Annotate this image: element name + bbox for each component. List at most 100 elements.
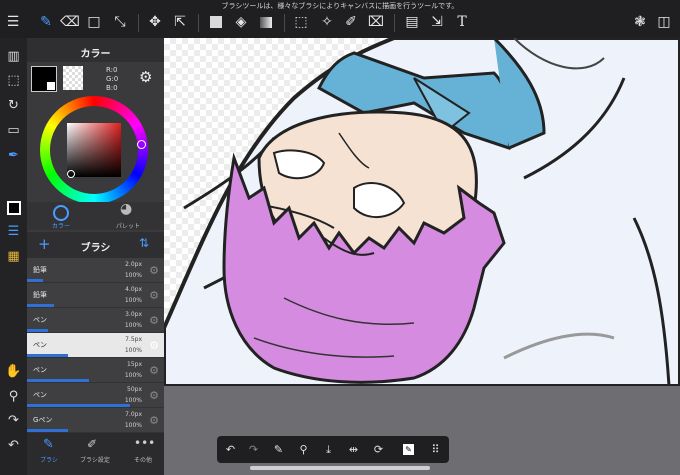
brush-size: 7.0px (125, 411, 142, 418)
canvas-area (164, 38, 680, 475)
fill-color-icon[interactable] (206, 12, 226, 32)
brush-opacity: 100% (124, 422, 142, 429)
redo-icon[interactable]: ↷ (4, 411, 23, 430)
menu-icon[interactable]: ☰ (3, 12, 23, 32)
brush-name: 鉛筆 (33, 291, 47, 299)
gallery-icon[interactable]: ▥ (4, 47, 23, 66)
brush-item[interactable]: ペン 50px 100% ⚙ (27, 383, 164, 408)
brush-name: Gペン (33, 416, 53, 424)
color-swatch-icon[interactable] (4, 198, 23, 217)
brush-opacity: 100% (124, 297, 142, 304)
more-icon[interactable]: ••• (134, 436, 155, 450)
brush-item[interactable]: ペン 15px 100% ⚙ (27, 358, 164, 383)
pen-settings-icon[interactable]: ✒ (4, 146, 23, 165)
gear-icon[interactable]: ⚙ (149, 389, 159, 402)
gear-icon[interactable]: ⚙ (149, 264, 159, 277)
select-pen-icon[interactable]: ✐ (341, 12, 361, 32)
redo-icon[interactable]: ↷ (245, 441, 262, 458)
operation-tool-icon[interactable]: ⇲ (427, 12, 447, 32)
brush-size: 3.0px (125, 311, 142, 318)
drawing-canvas[interactable] (164, 38, 680, 386)
layers-icon[interactable]: ◫ (654, 12, 674, 32)
rgb-readout: R:0 G:0 B:0 (106, 66, 118, 93)
palette-icon[interactable]: ◕ (120, 201, 132, 217)
color-tab-icon[interactable] (53, 205, 69, 221)
brush-item[interactable]: 鉛筆 4.0px 100% ⚙ (27, 283, 164, 308)
illustration (164, 38, 680, 386)
material-icon[interactable]: ❃ (630, 12, 650, 32)
rgb-r: R:0 (106, 66, 118, 74)
selection-icon[interactable]: ⬚ (4, 71, 23, 90)
brush-settings-tab-label[interactable]: ブラシ設定 (75, 455, 115, 464)
brush-size: 15px (127, 361, 142, 368)
brush-size: 2.0px (125, 261, 142, 268)
other-tab-label[interactable]: その他 (125, 455, 161, 464)
brush-tab-label[interactable]: ブラシ (31, 455, 67, 464)
undo-icon[interactable]: ↶ (222, 441, 239, 458)
brush-item[interactable]: 鉛筆 2.0px 100% ⚙ (27, 258, 164, 283)
toolbar-divider (394, 14, 395, 32)
layer-panel-icon[interactable]: ▦ (4, 247, 23, 266)
saturation-value-square[interactable] (67, 123, 121, 177)
brush-item[interactable]: ペン 7.5px 100% ⚙ (27, 333, 164, 358)
gradient-tool-icon[interactable] (256, 12, 276, 32)
gear-icon[interactable]: ⚙ (139, 68, 152, 86)
grid-menu-icon[interactable]: ⠿ (427, 441, 444, 458)
eyedropper-icon[interactable]: ⚲ (4, 387, 23, 406)
color-picker-cursor[interactable] (67, 170, 75, 178)
color-panel-title: カラー (80, 49, 111, 60)
lasso-tool-icon[interactable]: ⤡ (110, 12, 130, 32)
color-tab-label[interactable]: カラー (43, 221, 79, 230)
eyedropper-icon[interactable]: ⚲ (295, 441, 312, 458)
hue-picker-cursor[interactable] (137, 140, 146, 149)
gear-icon[interactable]: ⚙ (149, 364, 159, 377)
eraser-tool-icon[interactable]: ⌫ (60, 12, 80, 32)
bottom-toolbar: ↶ ↷ ✎ ⚲ ⤓ ⇹ ⟳ ✎ ⠿ (217, 436, 449, 463)
secondary-color-corner (47, 82, 55, 90)
bucket-tool-icon[interactable]: ◈ (231, 12, 251, 32)
flip-icon[interactable]: ⇹ (345, 441, 362, 458)
move-tool-icon[interactable]: ✥ (145, 12, 165, 32)
gear-icon[interactable]: ⚙ (149, 414, 159, 427)
home-indicator (250, 466, 430, 470)
ruler-icon[interactable]: ▭ (4, 121, 23, 140)
brush-name: 鉛筆 (33, 266, 47, 274)
brush-size-bar (27, 429, 68, 432)
sort-brush-icon[interactable]: ⇅ (139, 236, 149, 250)
text-tool-icon[interactable]: T (452, 12, 472, 32)
magic-wand-icon[interactable]: ✧ (317, 12, 337, 32)
brush-item[interactable]: Gペン 7.0px 100% ⚙ (27, 408, 164, 433)
brush-size: 4.0px (125, 286, 142, 293)
rotate-canvas-icon[interactable]: ⟳ (370, 441, 387, 458)
top-toolbar: ブラシツールは、様々なブラシによりキャンバスに描画を行うツールです。 ☰ ✎ ⌫… (0, 0, 680, 38)
transparent-color-swatch[interactable] (63, 66, 83, 90)
brush-name: ペン (33, 366, 47, 374)
toolbar-divider (284, 14, 285, 32)
undo-icon[interactable]: ↶ (4, 436, 23, 455)
palette-tab-label[interactable]: パレット (110, 221, 146, 230)
gear-icon[interactable]: ⚙ (149, 289, 159, 302)
brush-size-bar (27, 354, 68, 357)
rotate-icon[interactable]: ↻ (4, 96, 23, 115)
stabilizer-icon[interactable]: ✎ (270, 441, 287, 458)
hand-tool-icon[interactable]: ✋ (4, 362, 23, 381)
rectangle-tool-icon[interactable]: □ (84, 12, 104, 32)
gear-icon[interactable]: ⚙ (149, 314, 159, 327)
save-icon[interactable]: ⤓ (320, 441, 337, 458)
brush-item[interactable]: ペン 3.0px 100% ⚙ (27, 308, 164, 333)
transform-tool-icon[interactable]: ⇱ (170, 12, 190, 32)
gear-icon[interactable]: ⚙ (149, 339, 159, 352)
edit-icon[interactable]: ✎ (400, 441, 417, 458)
brush-settings-icon[interactable]: ✐ (87, 437, 97, 451)
brush-opacity: 100% (124, 347, 142, 354)
frame-divider-icon[interactable]: ▤ (402, 12, 422, 32)
select-tool-icon[interactable]: ⬚ (291, 12, 311, 32)
brush-tab-icon[interactable]: ✎ (43, 437, 54, 452)
select-eraser-icon[interactable]: ⌧ (366, 12, 386, 32)
brush-size-bar (27, 404, 130, 407)
brush-size: 7.5px (125, 336, 142, 343)
brush-name: ペン (33, 316, 47, 324)
brush-list-icon[interactable]: ☰ (4, 222, 23, 241)
brush-size-bar (27, 279, 43, 282)
brush-tool-icon[interactable]: ✎ (36, 12, 56, 32)
